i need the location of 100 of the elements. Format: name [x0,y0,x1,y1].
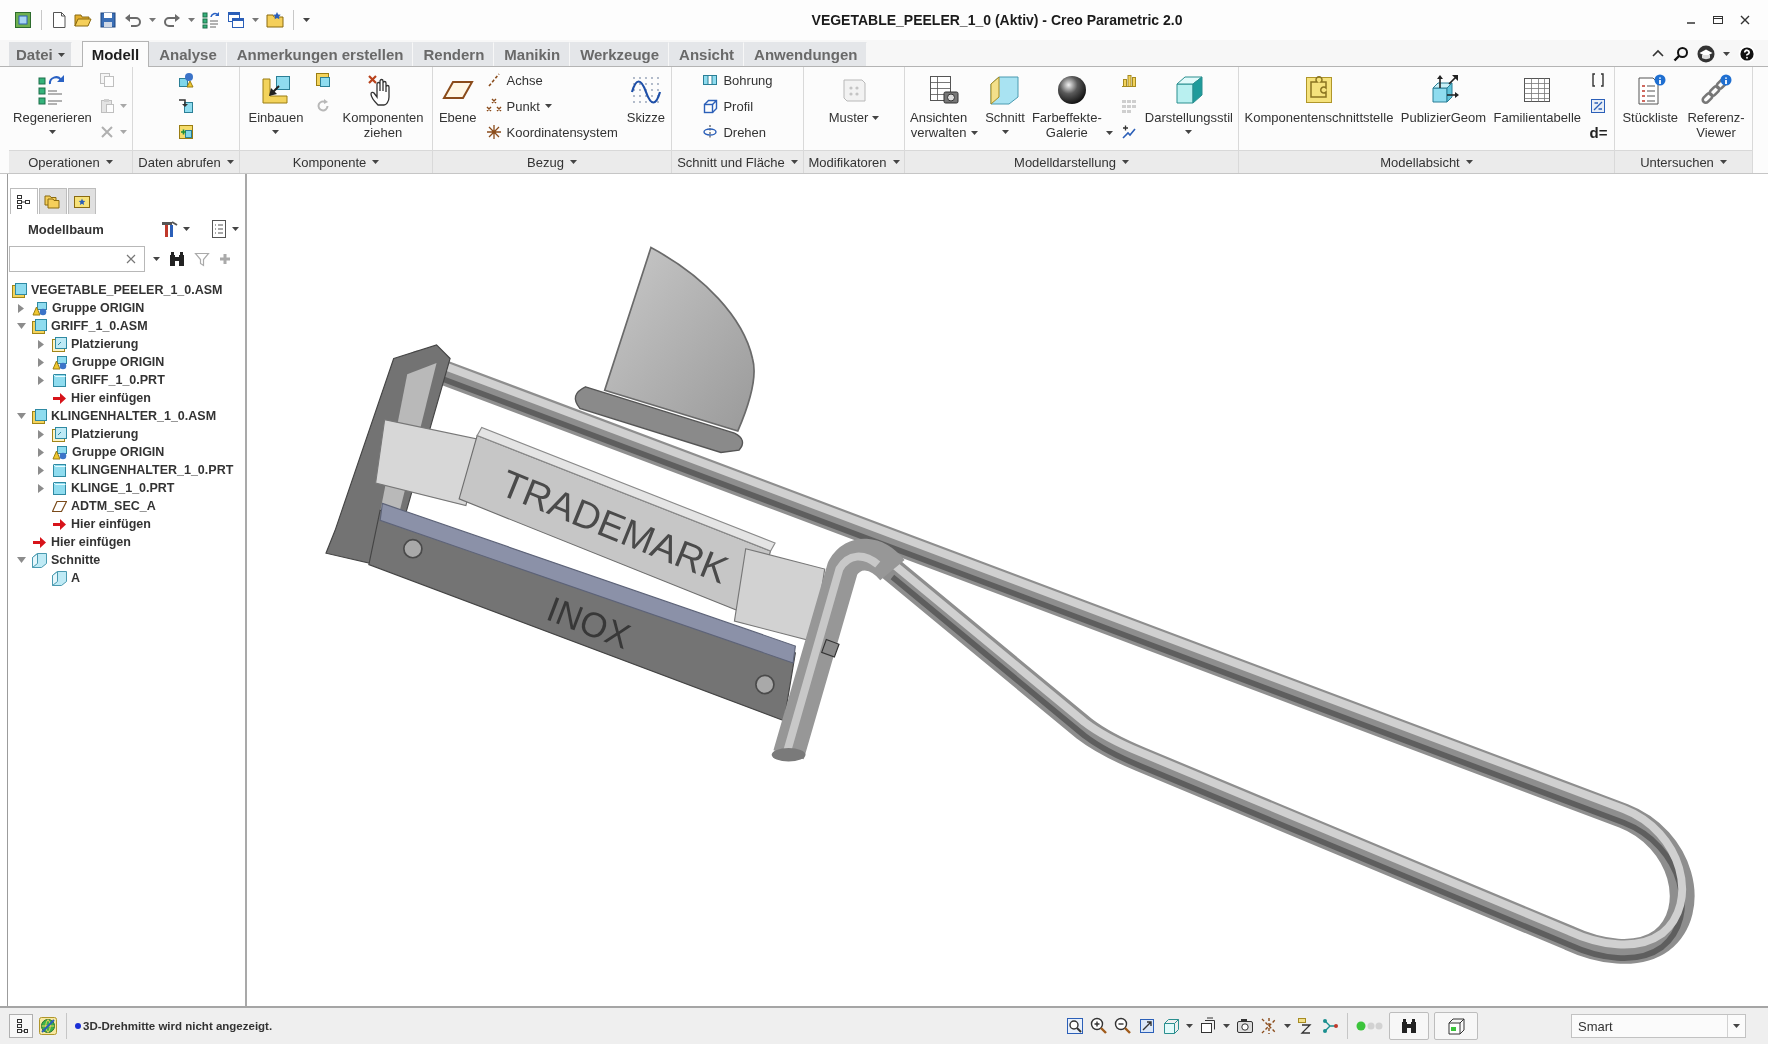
ribbon-button[interactable]: Bohrung [699,67,776,93]
zoom-in-icon[interactable] [1090,1017,1108,1035]
expander-right-icon[interactable] [17,303,25,313]
ribbon-button[interactable]: Regenerieren [11,67,94,134]
caret-icon[interactable] [232,227,239,231]
tree-toggle-button[interactable] [9,1014,33,1038]
caret-icon[interactable] [183,227,190,231]
ribbon-tab[interactable]: Werkzeuge [570,42,670,66]
ribbon-button[interactable]: Stückliste [1620,67,1681,125]
globe-arrow-icon[interactable] [38,1016,58,1036]
tree-item[interactable]: A [71,571,81,585]
expander-right-icon[interactable] [37,429,45,439]
tree-item[interactable]: Hier einfügen [71,517,151,531]
tree-item[interactable]: Platzierung [71,337,139,351]
file-menu-tab[interactable]: Datei [9,42,72,66]
ribbon-button[interactable]: Ansichten verwalten [908,67,981,140]
list-icon[interactable] [210,219,228,239]
ribbon-tab[interactable]: Analyse [149,42,227,66]
new-file-icon[interactable] [51,11,67,29]
app-icon[interactable] [14,11,32,29]
ribbon-button[interactable]: Komponenten ziehen [340,67,426,140]
windows-icon[interactable] [227,11,245,29]
ribbon-button[interactable]: Referenz-Viewer [1685,67,1747,140]
stacked-squares-icon[interactable] [1199,1017,1217,1035]
panel-tab[interactable] [10,188,38,214]
cube-outline-icon[interactable] [1162,1017,1180,1035]
ribbon-tab[interactable]: Anmerkungen erstellen [226,42,414,66]
ribbon-button[interactable]: Schnitt [983,67,1027,134]
ribbon-tab[interactable]: Manikin [494,42,571,66]
zoom-fit-icon[interactable] [1066,1017,1084,1035]
redo-icon[interactable] [163,11,181,29]
tree-item[interactable]: Hier einfügen [71,391,151,405]
caret-icon[interactable] [303,18,310,22]
ribbon-button[interactable]: Profil [699,93,776,119]
ribbon-button[interactable]: d= [1586,119,1611,145]
dashed-lines-icon[interactable] [1260,1017,1278,1035]
save-icon[interactable] [99,11,117,29]
star-folder-icon[interactable] [266,11,284,29]
tree-item[interactable]: Platzierung [71,427,139,441]
restore-icon[interactable] [1711,13,1725,27]
expander-down-icon[interactable] [16,322,26,330]
caret-icon[interactable] [252,18,259,22]
tree-item[interactable]: KLINGENHALTER_1_0.PRT [71,463,234,477]
branch-nodes-icon[interactable] [1321,1017,1339,1035]
expander-right-icon[interactable] [37,339,45,349]
tree-item[interactable]: VEGETABLE_PEELER_1_0.ASM [31,283,223,297]
expander-down-icon[interactable] [16,412,26,420]
ribbon-button[interactable]: Komponentenschnittstelle [1242,67,1396,125]
caret-icon[interactable] [153,257,160,261]
tree-item[interactable]: Gruppe ORIGIN [52,301,145,315]
tree-item[interactable]: Gruppe ORIGIN [72,355,165,369]
expander-right-icon[interactable] [37,465,45,475]
ribbon-button[interactable]: Koordinatensystem [482,119,621,145]
ribbon-button[interactable]: Familientabelle [1491,67,1584,125]
ribbon-tab[interactable]: Modell [81,41,150,67]
ribbon-button[interactable]: Darstellungsstil [1142,67,1235,134]
caret-icon[interactable] [188,18,195,22]
ribbon-button[interactable]: Skizze [624,67,668,125]
caret-icon[interactable] [1723,52,1730,56]
caret-icon[interactable] [1186,1024,1193,1028]
tools-icon[interactable] [159,219,179,239]
caret-icon[interactable] [149,18,156,22]
undo-icon[interactable] [124,11,142,29]
close-icon[interactable] [1738,13,1752,27]
tree-item[interactable]: Hier einfügen [51,535,131,549]
binoculars-button[interactable] [1389,1012,1429,1040]
ribbon-button[interactable]: Achse [482,67,621,93]
ribbon-tab[interactable]: Ansicht [669,42,745,66]
folder-open-icon[interactable] [74,11,92,29]
zoom-out-icon[interactable] [1114,1017,1132,1035]
expander-right-icon[interactable] [37,483,45,493]
tree-item[interactable]: KLINGENHALTER_1_0.ASM [51,409,217,423]
expander-down-icon[interactable] [16,556,26,564]
caret-icon[interactable] [1284,1024,1291,1028]
ribbon-button[interactable]: Ebene [436,67,479,125]
binoculars-icon[interactable] [168,250,186,268]
ribbon-button[interactable]: PublizierGeom [1398,67,1489,125]
ribbon-button[interactable]: Farbeffekte-Galerie [1029,67,1115,140]
tree-item[interactable]: Schnitte [51,553,101,567]
clear-icon[interactable] [126,254,136,264]
ribbon-button[interactable]: Einbauen [246,67,306,134]
tree-item[interactable]: GRIFF_1_0.PRT [71,373,165,387]
graduation-cap-icon[interactable] [1697,45,1715,63]
search-icon[interactable] [1673,46,1689,62]
tree-item[interactable]: Gruppe ORIGIN [72,445,165,459]
ribbon-button[interactable]: Drehen [699,119,776,145]
ribbon-button[interactable]: Punkt [482,93,621,119]
expander-right-icon[interactable] [37,375,45,385]
ribbon-button[interactable]: Muster [826,67,882,125]
caret-icon[interactable] [1223,1024,1230,1028]
camera-icon[interactable] [1236,1017,1254,1035]
ribbon-tab[interactable]: Anwendungen [744,42,868,66]
expander-right-icon[interactable] [37,447,45,457]
cube-button[interactable] [1434,1012,1478,1040]
tree-item[interactable]: KLINGE_1_0.PRT [71,481,175,495]
tree-item[interactable]: GRIFF_1_0.ASM [51,319,148,333]
ribbon-tab[interactable]: Rendern [413,42,495,66]
regenerate-icon[interactable] [202,11,220,29]
help-icon[interactable] [1738,45,1756,63]
group-menu-button[interactable]: Bezug [523,153,581,171]
